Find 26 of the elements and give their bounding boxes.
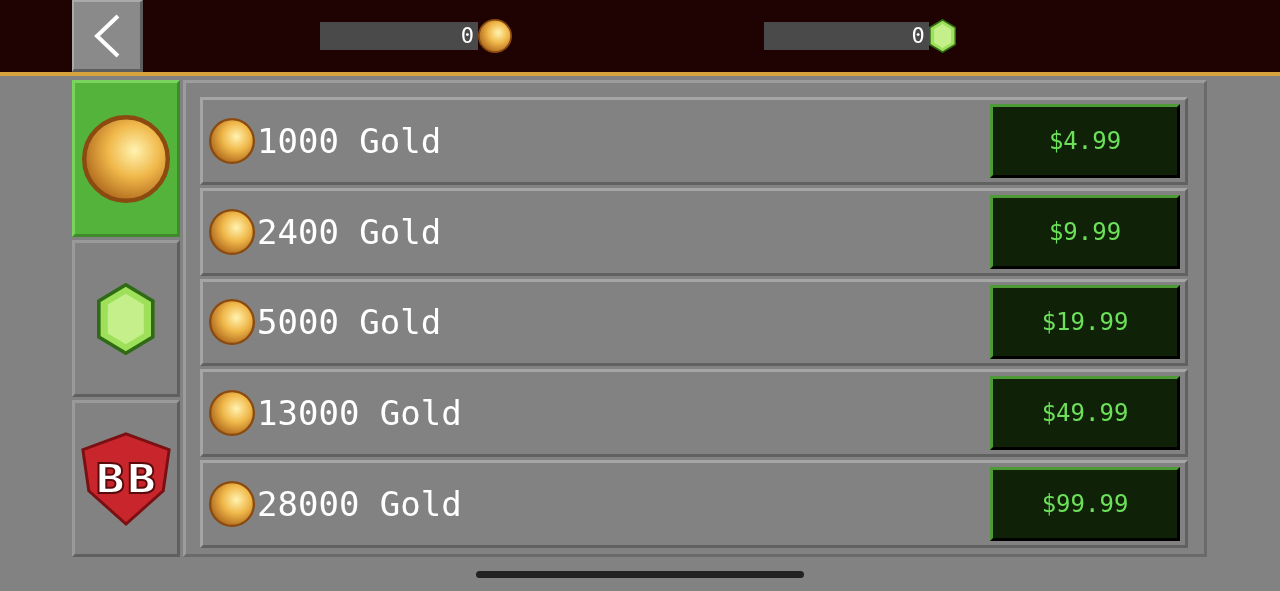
coin-icon xyxy=(209,481,255,528)
back-icon xyxy=(92,12,122,59)
price-button[interactable]: $4.99 xyxy=(990,103,1180,178)
coin-icon xyxy=(209,208,255,255)
price-button[interactable]: $9.99 xyxy=(990,194,1180,269)
balance-amount: 0 xyxy=(460,25,474,47)
coin-icon xyxy=(209,117,255,164)
gem-icon xyxy=(928,19,956,53)
coin-icon xyxy=(82,114,170,203)
price-button[interactable]: $99.99 xyxy=(990,467,1180,542)
price-button[interactable]: $19.99 xyxy=(990,285,1180,360)
offer-label: 5000 Gold xyxy=(257,302,443,343)
category-tab[interactable] xyxy=(72,240,180,397)
coin-icon xyxy=(209,299,255,346)
back-button[interactable] xyxy=(72,0,143,72)
offer-label: 13000 Gold xyxy=(257,393,463,434)
offer-label: 2400 Gold xyxy=(257,211,443,252)
balance-amount: 0 xyxy=(911,25,925,47)
category-tab[interactable] xyxy=(72,80,180,237)
coin-icon xyxy=(478,19,512,53)
coin-icon xyxy=(209,390,255,437)
price-button[interactable]: $49.99 xyxy=(990,376,1180,451)
offer-label: 28000 Gold xyxy=(257,484,463,525)
gem-icon xyxy=(97,282,155,355)
offer-label: 1000 Gold xyxy=(257,120,443,161)
category-tab[interactable]: BB xyxy=(72,400,180,557)
